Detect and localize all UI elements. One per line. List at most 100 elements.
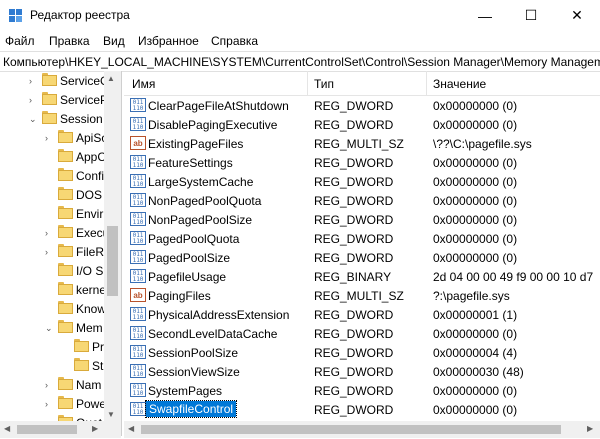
menu-help[interactable]: Справка [211, 34, 258, 48]
scroll-right-icon[interactable]: ▶ [92, 424, 98, 433]
tree-item-label: I/O S [76, 264, 104, 278]
value-row[interactable]: 011 110 SecondLevelDataCache REG_DWORD 0x000… [124, 324, 600, 343]
value-name: LargeSystemCache [148, 175, 254, 189]
chevron-right-icon[interactable]: › [45, 247, 48, 257]
title-bar: Редактор реестра — ☐ ✕ [0, 0, 600, 31]
value-type: REG_DWORD [314, 308, 394, 322]
value-row[interactable]: 011 110 DisablePagingExecutive REG_DWORD 0x0… [124, 115, 600, 134]
chevron-down-icon[interactable]: ⌄ [29, 114, 37, 125]
value-row[interactable]: 011 110 ClearPageFileAtShutdown REG_DWORD 0x… [124, 96, 600, 115]
address-path[interactable]: Компьютер\HKEY_LOCAL_MACHINE\SYSTEM\Curr… [3, 55, 600, 69]
chevron-right-icon[interactable]: › [29, 76, 32, 86]
value-type: REG_DWORD [314, 232, 394, 246]
value-data: 2d 04 00 00 49 f9 00 00 10 d7 [433, 270, 594, 284]
tree-item-label: Confi [76, 169, 105, 183]
close-button[interactable]: ✕ [554, 0, 600, 31]
value-name: DisablePagingExecutive [148, 118, 278, 132]
value-row[interactable]: ab ExistingPageFiles REG_MULTI_SZ \??\C:\pa… [124, 134, 600, 153]
value-data: 0x00000000 (0) [433, 232, 518, 246]
folder-icon [74, 339, 89, 353]
chevron-right-icon[interactable]: › [45, 399, 48, 409]
value-row[interactable]: 011 110 SessionViewSize REG_DWORD 0x00000030… [124, 362, 600, 381]
list-header: Имя Тип Значение [124, 71, 600, 96]
value-row[interactable]: 011 110 PagedPoolSize REG_DWORD 0x00000000 (… [124, 248, 600, 267]
value-name: ExistingPageFiles [148, 137, 244, 151]
scroll-up-icon[interactable]: ▲ [107, 74, 115, 83]
menu-file[interactable]: Файл [5, 34, 35, 48]
folder-icon [58, 244, 73, 258]
list-hscroll-thumb[interactable] [141, 425, 561, 434]
chevron-right-icon[interactable]: › [45, 228, 48, 238]
folder-icon [58, 130, 73, 144]
tree-item-label: ServiceG [60, 74, 110, 88]
binary-value-icon: 011 110 [130, 250, 146, 264]
value-row[interactable]: 011 110 SwapfileControl REG_DWORD 0x00000000… [124, 400, 600, 419]
address-bar[interactable]: Компьютер\HKEY_LOCAL_MACHINE\SYSTEM\Curr… [0, 51, 600, 72]
value-row[interactable]: 011 110 FeatureSettings REG_DWORD 0x00000000… [124, 153, 600, 172]
value-row[interactable]: 011 110 NonPagedPoolSize REG_DWORD 0x0000000… [124, 210, 600, 229]
tree-horizontal-scrollbar[interactable]: ◀ ▶ [0, 421, 121, 438]
menu-edit[interactable]: Правка [49, 34, 90, 48]
menu-favorites[interactable]: Избранное [138, 34, 199, 48]
value-name: SessionViewSize [148, 365, 240, 379]
maximize-button[interactable]: ☐ [508, 0, 554, 31]
string-value-icon: ab [130, 136, 146, 150]
binary-value-icon: 011 110 [130, 345, 146, 359]
value-row[interactable]: 011 110 SystemPages REG_DWORD 0x00000000 (0) [124, 381, 600, 400]
value-type: REG_MULTI_SZ [314, 289, 404, 303]
column-header-name[interactable]: Имя [132, 77, 155, 91]
folder-icon [42, 73, 57, 87]
value-name: PagingFiles [148, 289, 211, 303]
scroll-down-icon[interactable]: ▼ [107, 410, 115, 419]
column-header-value[interactable]: Значение [433, 77, 486, 91]
value-type: REG_DWORD [314, 251, 394, 265]
binary-value-icon: 011 110 [130, 402, 146, 416]
value-row[interactable]: 011 110 NonPagedPoolQuota REG_DWORD 0x000000… [124, 191, 600, 210]
binary-value-icon: 011 110 [130, 117, 146, 131]
folder-icon [42, 111, 57, 125]
chevron-right-icon[interactable]: › [29, 95, 32, 105]
scroll-left-icon[interactable]: ◀ [4, 424, 10, 433]
minimize-button[interactable]: — [462, 0, 508, 31]
values-list[interactable]: Имя Тип Значение 011 110 ClearPageFileAtSh… [124, 71, 600, 436]
column-divider[interactable] [426, 71, 427, 95]
value-type: REG_DWORD [314, 346, 394, 360]
value-row[interactable]: 011 110 PhysicalAddressExtension REG_DWORD 0… [124, 305, 600, 324]
list-horizontal-scrollbar[interactable]: ◀ ▶ [124, 421, 600, 438]
column-divider[interactable] [307, 71, 308, 95]
folder-icon [58, 320, 73, 334]
value-data: 0x00000004 (4) [433, 346, 518, 360]
value-row[interactable]: 011 110 PagedPoolQuota REG_DWORD 0x00000000 … [124, 229, 600, 248]
value-name: PagedPoolQuota [148, 232, 240, 246]
tree-vertical-scrollbar[interactable]: ▲ ▼ [104, 71, 121, 421]
value-type: REG_DWORD [314, 99, 394, 113]
chevron-right-icon[interactable]: › [45, 133, 48, 143]
chevron-down-icon[interactable]: ⌄ [45, 323, 53, 334]
value-row[interactable]: 011 110 PagefileUsage REG_BINARY 2d 04 00 00… [124, 267, 600, 286]
binary-value-icon: 011 110 [130, 212, 146, 226]
folder-icon [58, 168, 73, 182]
value-type: REG_DWORD [314, 156, 394, 170]
menu-view[interactable]: Вид [103, 34, 125, 48]
value-data: 0x00000000 (0) [433, 384, 518, 398]
scroll-left-icon[interactable]: ◀ [128, 424, 134, 433]
value-data: 0x00000001 (1) [433, 308, 518, 322]
value-row[interactable]: ab PagingFiles REG_MULTI_SZ ?:\pagefile.sys [124, 286, 600, 305]
scroll-right-icon[interactable]: ▶ [587, 424, 593, 433]
chevron-right-icon[interactable]: › [45, 380, 48, 390]
tree-hscroll-thumb[interactable] [17, 425, 77, 434]
folder-icon [58, 396, 73, 410]
folder-icon [74, 358, 89, 372]
value-data: 0x00000000 (0) [433, 213, 518, 227]
tree-item-label: St [92, 359, 104, 373]
column-header-type[interactable]: Тип [314, 77, 334, 91]
folder-icon [42, 92, 57, 106]
value-row[interactable]: 011 110 LargeSystemCache REG_DWORD 0x0000000… [124, 172, 600, 191]
value-name: NonPagedPoolQuota [148, 194, 262, 208]
value-type: REG_BINARY [314, 270, 392, 284]
value-data: 0x00000000 (0) [433, 156, 518, 170]
value-type: REG_DWORD [314, 175, 394, 189]
tree-scroll-thumb[interactable] [107, 226, 118, 296]
value-row[interactable]: 011 110 SessionPoolSize REG_DWORD 0x00000004… [124, 343, 600, 362]
tree-item-label: AppC [76, 150, 107, 164]
